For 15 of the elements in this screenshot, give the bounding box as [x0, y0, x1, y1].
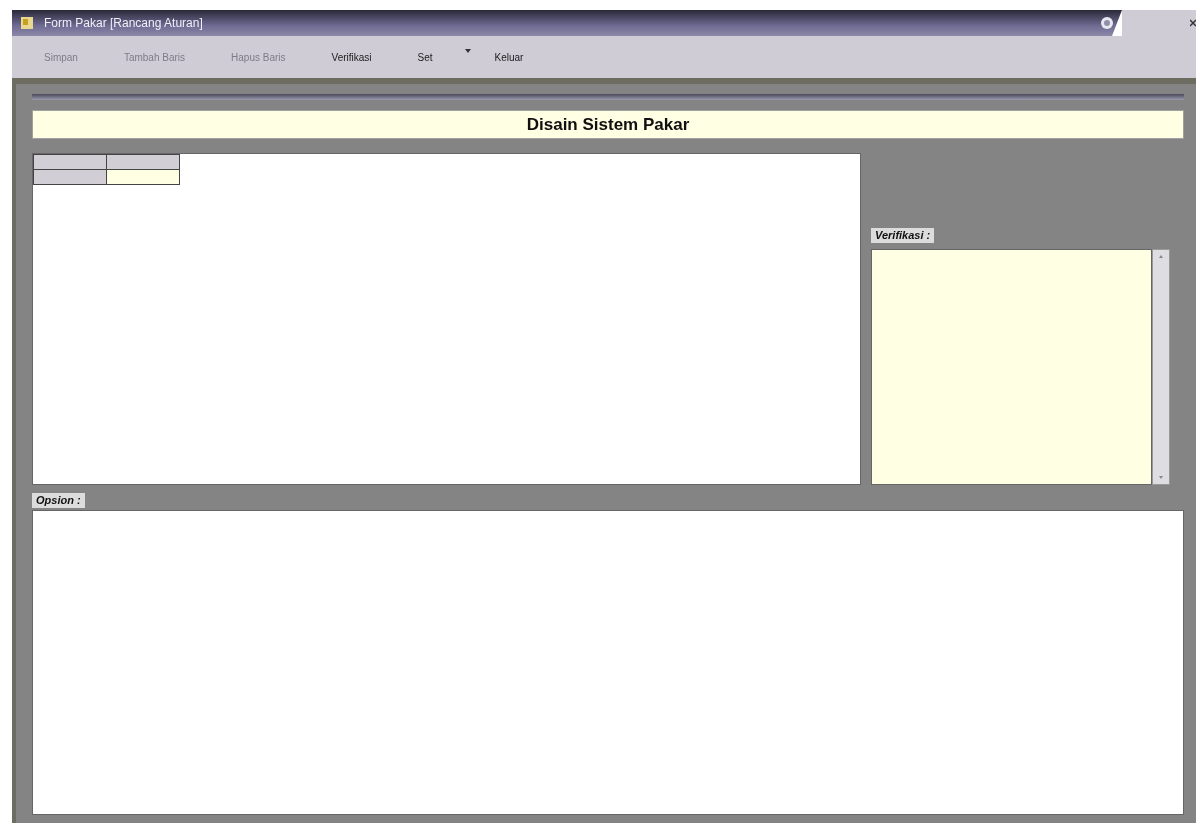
app-icon — [20, 16, 34, 30]
close-icon[interactable] — [1190, 19, 1196, 27]
header-cell[interactable] — [106, 154, 180, 170]
verification-label: Verifikasi : — [871, 228, 935, 243]
toolbar-button[interactable]: Verifikasi — [327, 49, 376, 65]
window-title: Form Pakar [Rancang Aturan] — [44, 16, 204, 30]
header-cell[interactable] — [33, 169, 107, 185]
header-cell[interactable] — [33, 154, 107, 170]
form-heading: Disain Sistem Pakar — [32, 110, 1184, 139]
input-cell[interactable] — [106, 169, 180, 185]
toolbar-button[interactable]: Set — [413, 49, 437, 65]
options-label: Opsion : — [32, 493, 85, 508]
help-icon[interactable] — [1100, 16, 1114, 30]
caret-icon[interactable] — [464, 49, 471, 53]
toolbar-button[interactable]: Keluar — [490, 49, 528, 65]
